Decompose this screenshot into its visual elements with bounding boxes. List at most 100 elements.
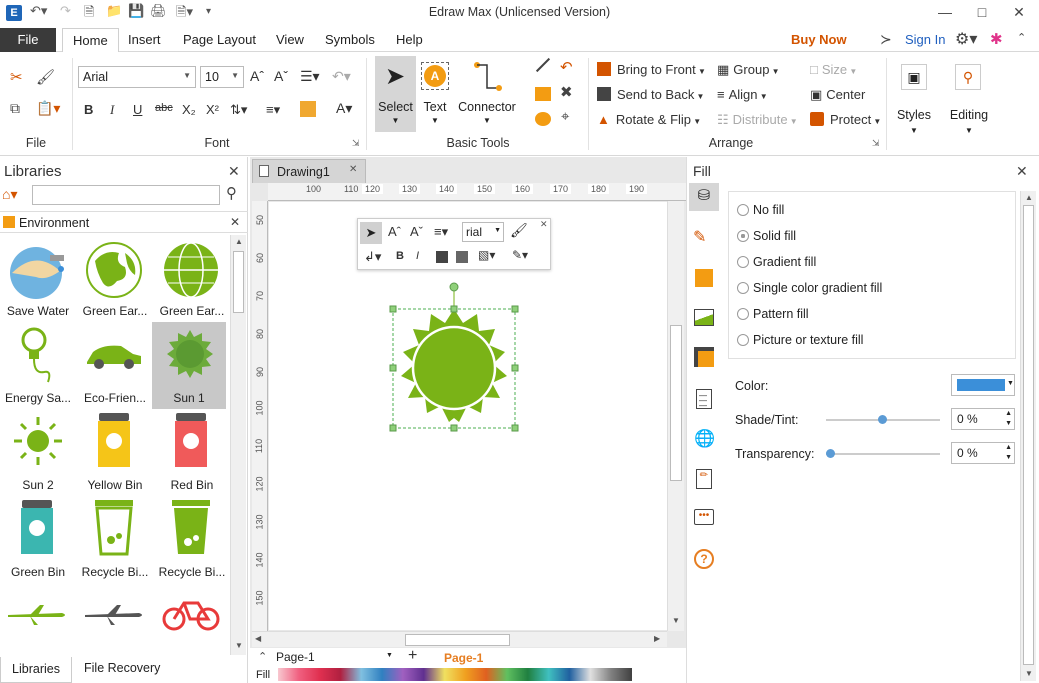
share-icon[interactable]: ≻ <box>880 31 892 48</box>
font-dialog-launcher-icon[interactable]: ⇲ <box>352 138 360 149</box>
page-select[interactable]: Page-1 ▼ <box>276 650 396 666</box>
scissors-tool-icon[interactable]: ✖ <box>560 83 573 101</box>
tab-symbols[interactable]: Symbols <box>317 28 383 52</box>
transparency-input[interactable]: 0 % ▲ ▼ <box>951 442 1015 464</box>
add-page-icon[interactable]: + <box>408 647 417 665</box>
library-home-icon[interactable]: ⌂▾ <box>2 186 17 203</box>
canvas-horizontal-scrollbar[interactable]: ◀ ▶ <box>252 631 667 647</box>
mini-distribute-icon[interactable]: ▧▾ <box>478 248 495 262</box>
crop-tool-icon[interactable]: ⌖ <box>561 108 569 125</box>
mini-bring-front-icon[interactable] <box>436 251 448 263</box>
fill-option-no-fill[interactable]: No fill <box>737 202 997 220</box>
tab-home[interactable]: Home <box>62 28 119 53</box>
group-button[interactable]: ▦ Group ▼ <box>717 62 780 78</box>
radio-picture-fill[interactable] <box>737 334 749 346</box>
send-to-back-button[interactable]: Send to Back ▼ <box>597 87 704 102</box>
editing-button[interactable]: ⚲ Editing ▼ <box>945 60 993 140</box>
radio-single-color-gradient[interactable] <box>737 282 749 294</box>
shade-tint-slider-thumb[interactable] <box>878 415 887 424</box>
close-category-icon[interactable]: ✕ <box>230 215 240 229</box>
minimize-button[interactable]: — <box>930 2 960 24</box>
lib-item-save-water[interactable]: Save Water <box>0 235 76 322</box>
close-mini-toolbar-icon[interactable]: ✕ <box>540 219 548 230</box>
mini-connector-icon[interactable]: ↲▾ <box>364 249 381 265</box>
document-attach-icon[interactable]: ✏ <box>696 469 712 489</box>
shade-tint-input[interactable]: 0 % ▲ ▼ <box>951 408 1015 430</box>
transparency-slider-thumb[interactable] <box>826 449 835 458</box>
mini-style-icon[interactable]: ✎▾ <box>512 248 528 262</box>
line-tool-icon[interactable] <box>535 57 551 73</box>
ellipse-tool-icon[interactable] <box>535 112 551 126</box>
text-align-icon[interactable]: ☰▾ <box>300 68 320 85</box>
font-size-select[interactable]: 10 ▼ <box>200 66 244 88</box>
lib-item-green-earth-1[interactable]: Green Ear... <box>77 235 153 322</box>
page-up-icon[interactable]: ⌃ <box>258 650 267 663</box>
bullets-icon[interactable]: ≡▾ <box>266 102 280 118</box>
distribute-button[interactable]: ☷ Distribute ▼ <box>717 112 798 128</box>
mini-font-select[interactable]: rial ▼ <box>462 222 504 242</box>
layer-icon[interactable] <box>694 347 714 367</box>
canvas-vscroll-thumb[interactable] <box>670 325 682 481</box>
shrink-font-icon[interactable]: Aˇ <box>274 68 288 84</box>
paste-icon[interactable]: 📋▾ <box>36 100 60 117</box>
close-doc-tab-icon[interactable]: ✕ <box>349 164 357 175</box>
bring-to-front-button[interactable]: Bring to Front ▼ <box>597 62 706 77</box>
lib-item-red-bicycle[interactable] <box>154 583 230 653</box>
library-search-icon[interactable]: ⚲ <box>226 184 237 202</box>
rotate-flip-button[interactable]: ▲ Rotate & Flip ▼ <box>597 112 701 127</box>
arc-tool-icon[interactable]: ↶ <box>560 58 573 76</box>
lib-item-red-bin[interactable]: Red Bin <box>154 409 230 496</box>
tab-view[interactable]: View <box>268 28 312 52</box>
lib-item-recycle-bin-1[interactable]: Recycle Bi... <box>77 496 153 583</box>
mini-shrink-font-icon[interactable]: Aˇ <box>410 224 423 239</box>
align-button[interactable]: ≡ Align ▼ <box>717 87 768 102</box>
lib-item-sun-2[interactable]: Sun 2 <box>0 409 76 496</box>
fill-option-single-color-gradient[interactable]: Single color gradient fill <box>737 280 997 298</box>
help-icon[interactable]: ? <box>694 549 714 569</box>
lib-item-eco-friendly-car[interactable]: Eco-Frien... <box>77 322 153 409</box>
radio-pattern-fill[interactable] <box>737 308 749 320</box>
library-search-input[interactable] <box>32 185 220 205</box>
radio-no-fill[interactable] <box>737 204 749 216</box>
connector-tool-button[interactable]: Connector ▼ <box>455 56 519 132</box>
image-icon[interactable] <box>694 309 714 326</box>
subscript-icon[interactable]: X₂ <box>182 102 196 117</box>
collapse-ribbon-icon[interactable]: ⌃ <box>1017 31 1026 44</box>
lib-item-energy-saving[interactable]: Energy Sa... <box>0 322 76 409</box>
mini-italic-icon[interactable]: I <box>416 250 419 262</box>
lib-item-recycle-bin-2[interactable]: Recycle Bi... <box>154 496 230 583</box>
theme-icon[interactable]: ✱ <box>990 30 1003 48</box>
lib-item-yellow-bin[interactable]: Yellow Bin <box>77 409 153 496</box>
doc-tab[interactable]: Drawing1 ✕ <box>252 159 366 183</box>
superscript-icon[interactable]: X² <box>206 102 219 117</box>
fill-option-picture-fill[interactable]: Picture or texture fill <box>737 332 997 350</box>
color-palette-strip[interactable] <box>278 668 632 681</box>
page-outline-icon[interactable]: — — — <box>696 389 712 410</box>
tab-help[interactable]: Help <box>388 28 431 52</box>
font-color-icon[interactable]: A▾ <box>336 100 352 117</box>
buy-now-link[interactable]: Buy Now <box>791 32 847 47</box>
settings-gear-icon[interactable]: ⚙▾ <box>955 29 977 49</box>
close-fill-panel-icon[interactable]: ✕ <box>1016 163 1028 180</box>
page-tab[interactable]: Page-1 <box>444 651 483 665</box>
line-style-icon[interactable]: ✎ <box>693 227 706 247</box>
center-button[interactable]: ▣ Center <box>810 87 865 103</box>
tab-page-layout[interactable]: Page Layout <box>175 28 264 52</box>
mini-format-painter-icon[interactable]: 🖌 <box>510 222 528 239</box>
fill-option-gradient-fill[interactable]: Gradient fill <box>737 254 997 272</box>
sun-shape[interactable] <box>389 282 519 434</box>
canvas-vertical-scrollbar[interactable]: ▼ <box>667 201 684 631</box>
arrange-dialog-launcher-icon[interactable]: ⇲ <box>872 138 880 149</box>
protect-button[interactable]: Protect ▼ <box>810 112 881 127</box>
format-painter-icon[interactable]: 🖌 <box>36 68 55 86</box>
lib-item-grey-plane[interactable] <box>77 583 153 653</box>
mini-bold-icon[interactable]: B <box>396 250 404 262</box>
category-header[interactable]: Environment ✕ <box>0 211 248 233</box>
maximize-button[interactable]: □ <box>967 2 997 24</box>
fill-panel-scrollbar[interactable]: ▲ ▼ <box>1020 191 1036 681</box>
lib-item-green-plane[interactable] <box>0 583 76 653</box>
copy-icon[interactable]: ⧉ <box>10 100 20 117</box>
rectangle-tool-icon[interactable] <box>535 87 551 101</box>
size-button[interactable]: □ Size ▼ <box>810 62 857 77</box>
styles-button[interactable]: ▣ Styles ▼ <box>893 60 935 140</box>
